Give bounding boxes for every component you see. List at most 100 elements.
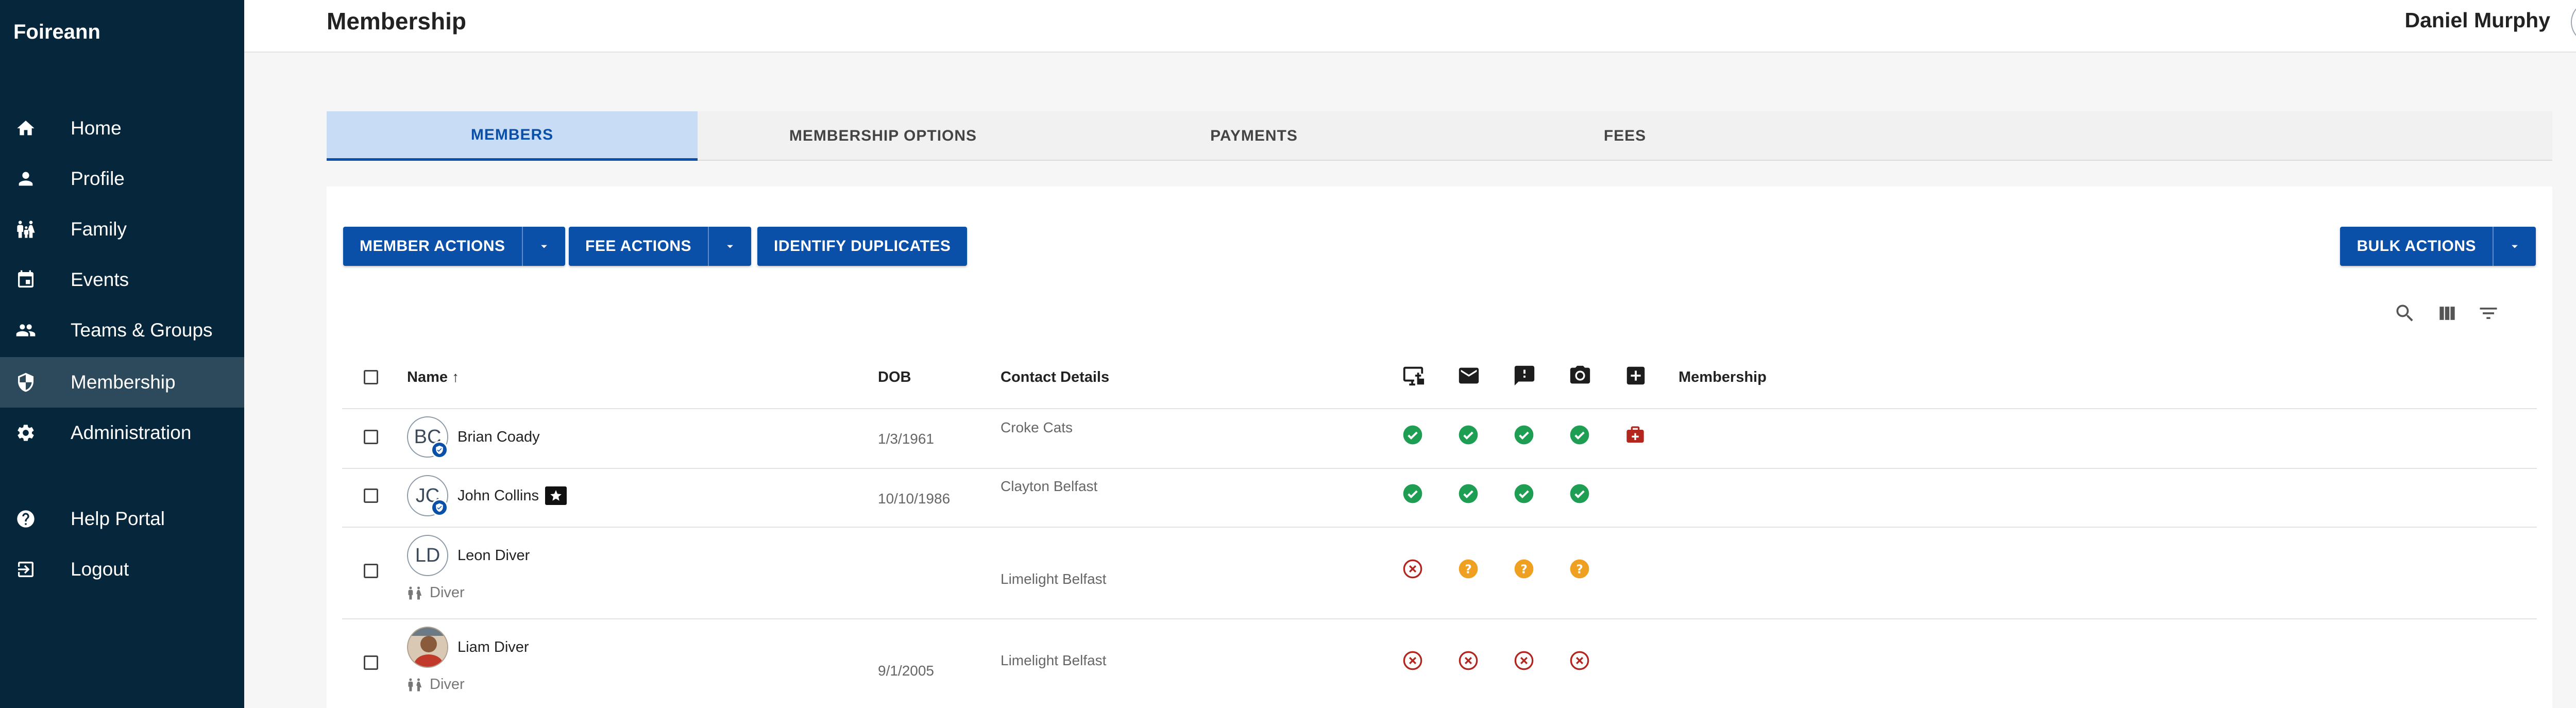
columns-icon[interactable] [2436, 302, 2459, 325]
member-name[interactable]: John Collins [457, 487, 539, 504]
sidebar-item-help-portal[interactable]: Help Portal [0, 494, 244, 544]
member-actions-button[interactable]: MEMBER ACTIONS [343, 227, 565, 266]
member-dob: 10/10/1986 [878, 491, 951, 507]
search-icon[interactable] [2394, 302, 2416, 325]
feedback-icon [1513, 364, 1536, 387]
sidebar-item-profile[interactable]: Profile [0, 154, 244, 204]
sidebar-item-label: Events [71, 269, 129, 290]
sidebar-item-home[interactable]: Home [0, 103, 244, 154]
sidebar-item-events[interactable]: Events [0, 255, 244, 305]
fee-actions-button[interactable]: FEE ACTIONS [569, 227, 752, 266]
members-card: MEMBER ACTIONS FEE ACTIONS IDENTIFY DUPL… [327, 187, 2552, 708]
chevron-down-icon[interactable] [2493, 227, 2536, 266]
page-title: Membership [327, 8, 466, 35]
sidebar-item-label: Membership [71, 372, 176, 393]
row-divider [342, 468, 2537, 469]
bulk-actions-button[interactable]: BULK ACTIONS [2340, 227, 2536, 266]
top-bar: Membership Daniel Murphy DM [244, 0, 2576, 53]
column-header-name-label: Name [407, 369, 448, 385]
member-name[interactable]: Liam Diver [457, 639, 529, 656]
sidebar-item-label: Teams & Groups [71, 319, 213, 341]
check-circle-icon [1458, 483, 1479, 504]
svg-text:?: ? [1576, 562, 1583, 576]
check-circle-icon [1514, 425, 1534, 445]
cancel-circle-icon [1458, 650, 1479, 671]
logout-icon [15, 559, 36, 580]
column-header-contact[interactable]: Contact Details [1001, 369, 1109, 386]
row-checkbox[interactable] [364, 488, 378, 503]
user-avatar[interactable]: DM [2571, 1, 2576, 43]
sidebar: Foireann Home Profile Family Events Team… [0, 0, 244, 708]
tab-membership-options[interactable]: MEMBERSHIP OPTIONS [698, 111, 1069, 161]
filter-icon[interactable] [2477, 302, 2500, 325]
help-icon [15, 509, 36, 529]
verified-icon [431, 499, 448, 516]
arrow-up-icon: ↑ [452, 369, 460, 385]
tab-members[interactable]: MEMBERS [327, 111, 698, 161]
email-icon [1457, 364, 1481, 387]
sidebar-item-logout[interactable]: Logout [0, 544, 244, 595]
cancel-circle-icon [1514, 650, 1534, 671]
sidebar-item-label: Help Portal [71, 508, 165, 529]
row-checkbox[interactable] [364, 564, 378, 578]
member-contact: Limelight Belfast [1001, 571, 1107, 587]
chevron-down-icon[interactable] [708, 227, 751, 266]
sidebar-item-label: Administration [71, 422, 192, 443]
tab-payments[interactable]: PAYMENTS [1069, 111, 1439, 161]
row-divider [342, 527, 2537, 528]
identify-duplicates-button[interactable]: IDENTIFY DUPLICATES [757, 227, 968, 266]
brand-logo: Foireann [13, 21, 100, 43]
check-circle-icon [1402, 483, 1423, 504]
member-dob: 9/1/2005 [878, 663, 934, 679]
verified-icon [431, 441, 448, 459]
home-icon [15, 118, 36, 139]
family-tag: Diver [407, 676, 465, 693]
sidebar-item-label: Profile [71, 168, 125, 189]
profile-photo [407, 627, 448, 668]
select-all-checkbox[interactable] [364, 370, 378, 384]
sidebar-item-label: Family [71, 218, 127, 240]
family-icon [408, 678, 422, 691]
sidebar-item-teams-groups[interactable]: Teams & Groups [0, 305, 244, 356]
sidebar-item-label: Logout [71, 559, 129, 580]
sidebar-item-membership[interactable]: Membership [0, 357, 244, 408]
svg-text:?: ? [1465, 562, 1472, 576]
member-contact: Limelight Belfast [1001, 652, 1107, 668]
row-checkbox[interactable] [364, 430, 378, 444]
svg-text:?: ? [1520, 562, 1528, 576]
row-divider [342, 618, 2537, 619]
row-checkbox[interactable] [364, 655, 378, 670]
sidebar-item-family[interactable]: Family [0, 204, 244, 255]
family-icon [408, 586, 422, 599]
family-name: Diver [430, 584, 465, 601]
identify-duplicates-label: IDENTIFY DUPLICATES [774, 238, 951, 255]
check-circle-icon [1569, 483, 1590, 504]
bulk-actions-label: BULK ACTIONS [2357, 238, 2476, 255]
tab-fees[interactable]: FEES [1439, 111, 1810, 161]
cancel-circle-icon [1569, 650, 1590, 671]
help-circle-icon: ? [1458, 559, 1479, 579]
person-icon [15, 168, 36, 189]
chevron-down-icon[interactable] [521, 227, 565, 266]
cancel-circle-icon [1402, 559, 1423, 579]
star-badge-icon [545, 486, 567, 505]
calendar-icon [15, 269, 36, 290]
family-name: Diver [430, 676, 465, 693]
cancel-circle-icon [1402, 650, 1423, 671]
help-circle-icon: ? [1514, 559, 1534, 579]
tab-bar: MEMBERS MEMBERSHIP OPTIONS PAYMENTS FEES [327, 111, 2552, 161]
member-name[interactable]: Leon Diver [457, 547, 530, 564]
screen-share-icon [1401, 364, 1425, 387]
medical-plus-icon [1624, 364, 1648, 387]
check-circle-icon [1569, 425, 1590, 445]
member-contact: Croke Cats [1001, 419, 1073, 435]
row-divider [342, 408, 2537, 409]
column-header-dob[interactable]: DOB [878, 369, 911, 386]
column-header-membership[interactable]: Membership [1679, 369, 1767, 386]
member-name[interactable]: Brian Coady [457, 429, 540, 446]
sidebar-item-administration[interactable]: Administration [0, 408, 244, 458]
user-name[interactable]: Daniel Murphy [2405, 8, 2550, 32]
camera-icon [1568, 364, 1592, 387]
column-header-name[interactable]: Name ↑ [407, 369, 459, 386]
check-circle-icon [1402, 425, 1423, 445]
